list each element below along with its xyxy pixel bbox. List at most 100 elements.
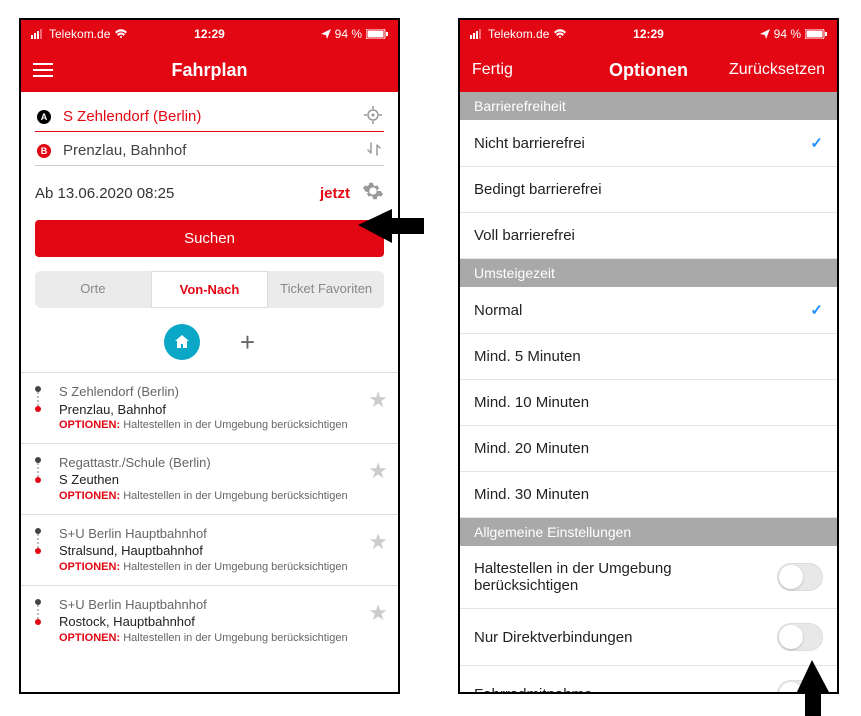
history-item[interactable]: S Zehlendorf (Berlin)Prenzlau, BahnhofOP… xyxy=(21,372,398,443)
option-label: Bedingt barrierefrei xyxy=(474,181,602,198)
reset-button[interactable]: Zurücksetzen xyxy=(729,61,825,79)
tabs: Orte Von-Nach Ticket Favoriten xyxy=(35,271,384,308)
option-label: Mind. 30 Minuten xyxy=(474,486,589,503)
toggle-switch[interactable] xyxy=(777,563,823,591)
toggle-switch[interactable] xyxy=(777,623,823,651)
history-item[interactable]: S+U Berlin HauptbahnhofStralsund, Hauptb… xyxy=(21,514,398,585)
history-item[interactable]: Regattastr./Schule (Berlin)S ZeuthenOPTI… xyxy=(21,443,398,514)
pointer-arrow-toggle xyxy=(790,660,846,716)
general-option: Nur Direktverbindungen xyxy=(460,609,837,666)
history-to: Prenzlau, Bahnhof xyxy=(59,401,358,419)
history-from: S+U Berlin Hauptbahnhof xyxy=(59,525,358,543)
status-bar: Telekom.de 12:29 94 % xyxy=(460,20,837,48)
history-options: OPTIONEN: Haltestellen in der Umgebung b… xyxy=(59,560,358,575)
carrier-label: Telekom.de xyxy=(49,27,110,41)
page-title: Fahrplan xyxy=(171,60,247,81)
phone-left: Telekom.de 12:29 94 % Fahrplan A S Zehle… xyxy=(19,18,400,694)
general-option: Fahrradmitnahme xyxy=(460,666,837,694)
datetime-row: Ab 13.06.2020 08:25 jetzt xyxy=(35,166,384,216)
history-from: S+U Berlin Hauptbahnhof xyxy=(59,596,358,614)
favorite-star-icon[interactable]: ★ xyxy=(368,385,388,415)
location-arrow-icon xyxy=(321,29,331,39)
option-label: Mind. 20 Minuten xyxy=(474,440,589,457)
general-option: Haltestellen in der Umgebung berücksicht… xyxy=(460,546,837,609)
transfer-option[interactable]: Normal ✓ xyxy=(460,287,837,334)
done-button[interactable]: Fertig xyxy=(472,61,513,79)
phone-right: Telekom.de 12:29 94 % Fertig Optionen Zu… xyxy=(458,18,839,694)
battery-icon xyxy=(366,29,388,39)
option-label: Nicht barrierefrei xyxy=(474,135,585,152)
option-label: Normal xyxy=(474,302,522,319)
wifi-icon xyxy=(114,29,128,39)
section-header: Barrierefreiheit xyxy=(460,92,837,120)
signal-icon xyxy=(31,29,45,39)
tab-tickets[interactable]: Ticket Favoriten xyxy=(268,271,384,308)
history-to: S Zeuthen xyxy=(59,471,358,489)
header: Fahrplan xyxy=(21,48,398,92)
add-shortcut-button[interactable]: + xyxy=(240,327,255,358)
clock: 12:29 xyxy=(194,27,225,41)
transfer-option[interactable]: Mind. 30 Minuten xyxy=(460,472,837,518)
datetime-value[interactable]: Ab 13.06.2020 08:25 xyxy=(35,185,320,202)
marker-b-icon: B xyxy=(37,144,51,158)
check-icon: ✓ xyxy=(810,301,823,319)
history-from: S Zehlendorf (Berlin) xyxy=(59,383,358,401)
now-button[interactable]: jetzt xyxy=(320,185,350,202)
page-title: Optionen xyxy=(609,60,688,81)
history-item[interactable]: S+U Berlin HauptbahnhofRostock, Hauptbah… xyxy=(21,585,398,656)
tab-vonnach[interactable]: Von-Nach xyxy=(151,271,269,308)
check-icon: ✓ xyxy=(810,134,823,152)
section-header: Allgemeine Einstellungen xyxy=(460,518,837,546)
history-list: S Zehlendorf (Berlin)Prenzlau, BahnhofOP… xyxy=(21,372,398,656)
route-icon xyxy=(33,598,43,631)
section-header: Umsteigezeit xyxy=(460,259,837,287)
favorite-star-icon[interactable]: ★ xyxy=(368,456,388,486)
locate-icon[interactable] xyxy=(364,106,382,128)
option-label: Haltestellen in der Umgebung berücksicht… xyxy=(474,560,777,594)
search-card: A S Zehlendorf (Berlin) B Prenzlau, Bahn… xyxy=(21,92,398,372)
home-shortcut-button[interactable] xyxy=(164,324,200,360)
accessibility-option[interactable]: Nicht barrierefrei ✓ xyxy=(460,120,837,167)
history-to: Rostock, Hauptbahnhof xyxy=(59,613,358,631)
header: Fertig Optionen Zurücksetzen xyxy=(460,48,837,92)
shortcut-row: + xyxy=(35,318,384,372)
accessibility-option[interactable]: Bedingt barrierefrei xyxy=(460,167,837,213)
history-options: OPTIONEN: Haltestellen in der Umgebung b… xyxy=(59,631,358,646)
history-from: Regattastr./Schule (Berlin) xyxy=(59,454,358,472)
from-value: S Zehlendorf (Berlin) xyxy=(63,108,201,125)
clock: 12:29 xyxy=(633,27,664,41)
option-label: Fahrradmitnahme xyxy=(474,686,592,695)
battery-label: 94 % xyxy=(774,27,801,41)
marker-a-icon: A xyxy=(37,110,51,124)
carrier-label: Telekom.de xyxy=(488,27,549,41)
route-icon xyxy=(33,385,43,418)
battery-label: 94 % xyxy=(335,27,362,41)
battery-icon xyxy=(805,29,827,39)
history-options: OPTIONEN: Haltestellen in der Umgebung b… xyxy=(59,418,358,433)
pointer-arrow-gear xyxy=(358,203,426,263)
route-icon xyxy=(33,527,43,560)
transfer-option[interactable]: Mind. 10 Minuten xyxy=(460,380,837,426)
favorite-star-icon[interactable]: ★ xyxy=(368,527,388,557)
signal-icon xyxy=(470,29,484,39)
options-content: Barrierefreiheit Nicht barrierefrei ✓ Bedin… xyxy=(460,92,837,694)
from-station-input[interactable]: A S Zehlendorf (Berlin) xyxy=(35,102,384,132)
option-label: Voll barrierefrei xyxy=(474,227,575,244)
transfer-option[interactable]: Mind. 5 Minuten xyxy=(460,334,837,380)
status-bar: Telekom.de 12:29 94 % xyxy=(21,20,398,48)
transfer-option[interactable]: Mind. 20 Minuten xyxy=(460,426,837,472)
favorite-star-icon[interactable]: ★ xyxy=(368,598,388,628)
location-arrow-icon xyxy=(760,29,770,39)
tab-orte[interactable]: Orte xyxy=(35,271,151,308)
history-to: Stralsund, Hauptbahnhof xyxy=(59,542,358,560)
swap-icon[interactable] xyxy=(366,141,382,161)
option-label: Mind. 10 Minuten xyxy=(474,394,589,411)
route-icon xyxy=(33,456,43,489)
to-station-input[interactable]: B Prenzlau, Bahnhof xyxy=(35,136,384,166)
to-value: Prenzlau, Bahnhof xyxy=(63,142,186,159)
search-button[interactable]: Suchen xyxy=(35,220,384,257)
history-options: OPTIONEN: Haltestellen in der Umgebung b… xyxy=(59,489,358,504)
option-label: Mind. 5 Minuten xyxy=(474,348,581,365)
menu-button[interactable] xyxy=(33,63,53,77)
accessibility-option[interactable]: Voll barrierefrei xyxy=(460,213,837,259)
